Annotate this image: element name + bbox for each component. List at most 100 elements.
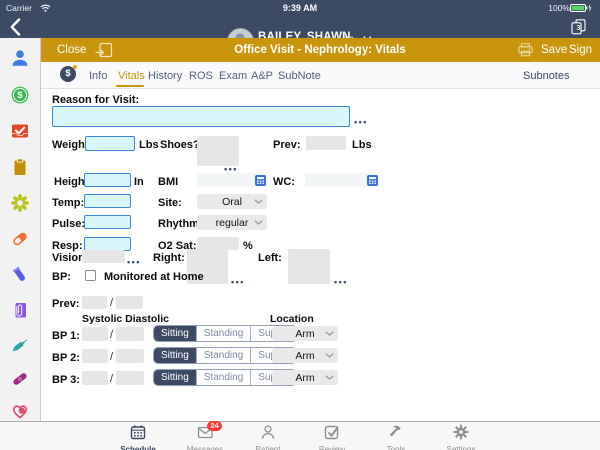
- weight-prev-unit: Lbs: [352, 139, 372, 151]
- bp3-systolic-field[interactable]: [82, 371, 108, 385]
- vision-left-more-button[interactable]: •••: [334, 277, 348, 287]
- tab-vitals[interactable]: Vitals: [118, 70, 145, 82]
- save-button[interactable]: Save: [541, 44, 567, 56]
- bp-label: BP:: [52, 271, 71, 283]
- tab-exam[interactable]: Exam: [219, 70, 247, 82]
- bp-prev-slash: /: [110, 297, 114, 309]
- bp1-label: BP 1:: [52, 330, 80, 342]
- bp2-position-sitting[interactable]: Sitting: [154, 348, 196, 363]
- clock: 9:39 AM: [282, 3, 318, 13]
- medications-pill-icon[interactable]: [10, 229, 30, 249]
- injections-syringe-icon[interactable]: [10, 335, 30, 355]
- patient-icon[interactable]: [10, 48, 30, 68]
- shoes-field[interactable]: [197, 136, 239, 166]
- tab-review-label: Review: [318, 445, 346, 450]
- documents-paperclip-icon[interactable]: [10, 300, 30, 320]
- bp1-systolic-field[interactable]: [82, 327, 108, 341]
- tab-tools[interactable]: Tools: [368, 424, 424, 450]
- tab-tools-label: Tools: [386, 445, 406, 450]
- inbox-check-icon[interactable]: [10, 121, 30, 141]
- clipboard-icon[interactable]: [10, 157, 30, 177]
- bp2-systolic-field[interactable]: [82, 349, 108, 363]
- bp3-location-dropdown[interactable]: Arm: [272, 370, 338, 385]
- vision-left-label: Left:: [258, 252, 282, 264]
- bp3-location-value: Arm: [295, 371, 315, 384]
- more-leaf-icon[interactable]: [10, 412, 30, 421]
- bp1-position-standing[interactable]: Standing: [195, 326, 251, 341]
- tab-review[interactable]: Review: [304, 424, 360, 450]
- copy-forward-icon[interactable]: [95, 42, 113, 58]
- labs-testtube-icon[interactable]: [10, 265, 30, 285]
- bp-monitored-label: Monitored at Home: [104, 271, 204, 283]
- tab-messages[interactable]: 24 Messages: [177, 421, 233, 450]
- o2sat-unit: %: [243, 240, 253, 252]
- wc-calculator-icon[interactable]: [367, 174, 378, 186]
- wellness-flower-icon[interactable]: [10, 193, 30, 213]
- subnotes-button[interactable]: Subnotes: [523, 70, 569, 82]
- chevron-down-icon: [325, 353, 334, 358]
- bmi-calculator-icon[interactable]: [255, 174, 266, 186]
- close-button[interactable]: Close: [57, 44, 86, 56]
- tab-settings[interactable]: Settings: [433, 424, 489, 450]
- weight-prev-field[interactable]: [306, 136, 346, 150]
- status-bar: Carrier 9:39 AM 100%: [0, 0, 600, 15]
- print-icon[interactable]: [518, 43, 533, 57]
- weight-unit: Lbs: [139, 139, 159, 151]
- active-tab-underline: [116, 85, 144, 87]
- resp-input[interactable]: [84, 237, 131, 251]
- vision-left-field[interactable]: [288, 249, 330, 284]
- vision-right-more-button[interactable]: •••: [231, 277, 245, 287]
- bp1-diastolic-field[interactable]: [116, 327, 144, 341]
- tab-history[interactable]: History: [148, 70, 182, 82]
- rhythm-dropdown[interactable]: regular: [197, 215, 267, 230]
- tab-info[interactable]: Info: [89, 70, 107, 82]
- bp1-position-sitting[interactable]: Sitting: [154, 326, 196, 341]
- site-dropdown[interactable]: Oral: [197, 194, 267, 209]
- hammer-icon: [389, 425, 401, 437]
- bp-prev-systolic-field[interactable]: [82, 296, 107, 309]
- weight-prev-label: Prev:: [273, 139, 301, 151]
- visit-toolbar: Office Visit - Nephrology: Vitals Close …: [40, 38, 600, 62]
- tab-schedule[interactable]: Schedule: [110, 424, 166, 450]
- battery-icon: [570, 3, 592, 12]
- temp-input[interactable]: [84, 194, 131, 208]
- bp2-position-standing[interactable]: Standing: [195, 348, 251, 363]
- bp3-diastolic-field[interactable]: [116, 371, 144, 385]
- billing-dollar-icon[interactable]: $: [10, 85, 30, 105]
- gear-icon: [453, 424, 469, 440]
- bp3-position-standing[interactable]: Standing: [195, 370, 251, 385]
- bp-prev-diastolic-field[interactable]: [116, 296, 143, 309]
- chevron-down-icon: [325, 331, 334, 336]
- weight-input[interactable]: [85, 136, 135, 151]
- bp3-position-sitting[interactable]: Sitting: [154, 370, 196, 385]
- bp2-location-dropdown[interactable]: Arm: [272, 348, 338, 363]
- person-outline-icon: [261, 425, 275, 439]
- bp-prev-label: Prev:: [52, 298, 80, 310]
- pulse-input[interactable]: [84, 215, 131, 229]
- sign-button[interactable]: Sign: [569, 44, 592, 56]
- billing-alert-dot: [73, 65, 77, 69]
- bp1-location-dropdown[interactable]: Arm: [272, 326, 338, 341]
- tab-aandp[interactable]: A&P: [251, 70, 273, 82]
- reason-input[interactable]: [52, 106, 350, 127]
- bp2-diastolic-field[interactable]: [116, 349, 144, 363]
- wc-field[interactable]: [305, 173, 380, 187]
- reason-more-button[interactable]: •••: [354, 117, 368, 127]
- svg-text:$: $: [17, 90, 23, 101]
- vision-field[interactable]: [82, 250, 125, 263]
- procedures-bandage-icon[interactable]: [10, 369, 30, 389]
- vision-right-label: Right:: [153, 252, 185, 264]
- chevron-down-icon: [325, 375, 334, 380]
- note-tab-bar: $ Info Vitals History ROS Exam A&P SubNo…: [40, 62, 600, 89]
- tab-subnote[interactable]: SubNote: [278, 70, 321, 82]
- bp3-slash: /: [110, 373, 114, 385]
- bp-monitored-checkbox[interactable]: [85, 270, 96, 281]
- open-charts-icon[interactable]: 3: [571, 19, 586, 35]
- vision-more-button[interactable]: •••: [127, 257, 141, 267]
- tab-ros[interactable]: ROS: [189, 70, 213, 82]
- bmi-field[interactable]: [197, 173, 268, 187]
- height-input[interactable]: [84, 173, 131, 187]
- tab-patient[interactable]: Patient: [240, 424, 296, 450]
- back-chevron-icon[interactable]: [10, 18, 21, 36]
- messages-badge: 24: [207, 421, 222, 431]
